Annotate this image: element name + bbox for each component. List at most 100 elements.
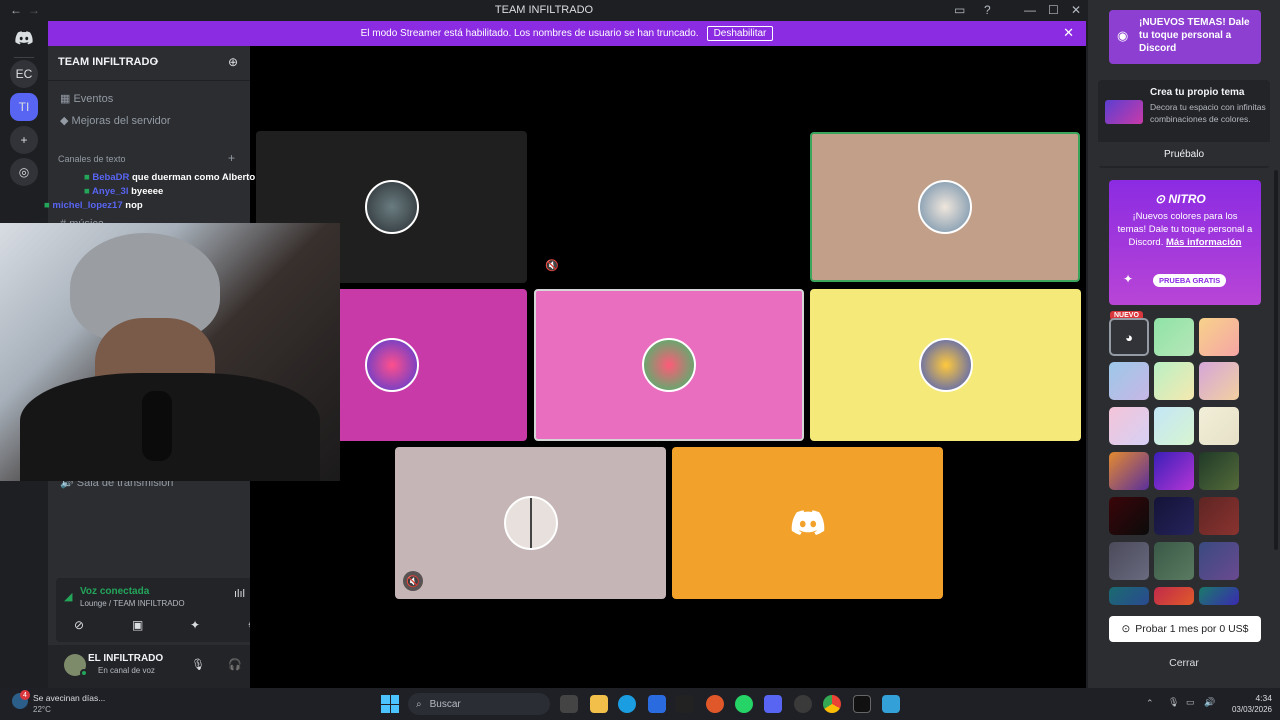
- participant-tile[interactable]: 🔇: [395, 447, 666, 599]
- nitro-text-label: NITRO: [1168, 192, 1206, 206]
- scrollbar[interactable]: [1274, 170, 1278, 550]
- calendar-icon: ▦: [60, 93, 71, 105]
- obs-icon[interactable]: [794, 695, 812, 713]
- voice-location[interactable]: Lounge / TEAM INFILTRADO: [80, 599, 185, 608]
- start-windows-icon[interactable]: [381, 695, 399, 713]
- discord-taskbar-icon[interactable]: [764, 695, 782, 713]
- server-name[interactable]: TEAM INFILTRADO: [58, 56, 158, 68]
- participant-avatar: [918, 180, 972, 234]
- theme-title: Crea tu propio tema: [1150, 87, 1245, 98]
- inbox-icon[interactable]: ▭: [954, 3, 965, 17]
- camera-off-icon[interactable]: ⊘: [74, 618, 84, 632]
- disable-streamer-button[interactable]: Deshabilitar: [706, 26, 774, 41]
- clock-time[interactable]: 4:34: [1220, 693, 1272, 703]
- invite-icon[interactable]: ⊕: [228, 55, 238, 69]
- participant-tile[interactable]: [672, 447, 943, 599]
- custom-theme-palette-icon[interactable]: ◕: [1109, 318, 1149, 356]
- server-ec[interactable]: EC: [10, 60, 38, 88]
- overlay-text: que duerman como Alberto: [131, 172, 256, 183]
- participant-avatar: [918, 338, 973, 392]
- discord-home-icon[interactable]: [10, 24, 38, 52]
- more-info-link[interactable]: Más información: [1166, 237, 1242, 248]
- clock-date[interactable]: 03/03/2026: [1220, 705, 1272, 714]
- chevron-down-icon[interactable]: ⌄: [152, 55, 160, 66]
- activities-icon[interactable]: ✦: [190, 618, 200, 632]
- theme-swatch[interactable]: [1199, 587, 1239, 605]
- theme-swatch[interactable]: [1154, 587, 1194, 605]
- overlay-chat-icon: ■: [44, 200, 50, 211]
- participant-tile[interactable]: [534, 289, 804, 441]
- overlay-text: nop: [125, 200, 143, 211]
- capcut-icon[interactable]: [676, 695, 694, 713]
- notepad-icon[interactable]: [882, 695, 900, 713]
- new-themes-promo[interactable]: ◉ ¡NUEVOS TEMAS! Dale tu toque personal …: [1109, 10, 1261, 64]
- close-button[interactable]: Cerrar: [1088, 650, 1280, 676]
- add-server-icon[interactable]: +: [10, 126, 38, 154]
- epic-games-icon[interactable]: [853, 695, 871, 713]
- volume-icon[interactable]: 🔊: [1204, 697, 1215, 708]
- theme-swatch[interactable]: [1109, 587, 1149, 605]
- minimize-icon[interactable]: —: [1024, 3, 1036, 17]
- theme-swatch[interactable]: [1154, 542, 1194, 580]
- try-nitro-button[interactable]: ⊙ Probar 1 mes por 0 US$: [1109, 616, 1261, 642]
- participant-avatar: [364, 180, 419, 234]
- edge-icon[interactable]: [618, 695, 636, 713]
- overlay-chat-message: ■ Anye_3l byeeee: [84, 186, 163, 197]
- theme-swatch[interactable]: [1199, 452, 1239, 490]
- brave-icon[interactable]: [706, 695, 724, 713]
- mic-tray-icon[interactable]: 🎙: [1168, 697, 1179, 708]
- server-ti[interactable]: TI: [10, 93, 38, 121]
- network-icon[interactable]: ▭: [1186, 697, 1195, 708]
- add-channel-icon[interactable]: +: [228, 151, 235, 165]
- task-view-icon[interactable]: [560, 695, 578, 713]
- theme-swatch[interactable]: [1154, 318, 1194, 356]
- signal-icon: ◢: [64, 591, 73, 603]
- nitro-card: ⊙ NITRO ¡Nuevos colores para los temas! …: [1109, 180, 1261, 305]
- theme-swatch[interactable]: [1109, 542, 1149, 580]
- store-icon[interactable]: [648, 695, 666, 713]
- weather-text[interactable]: Se avecinan días...: [33, 693, 105, 703]
- theme-swatch[interactable]: [1109, 407, 1149, 445]
- headphones-icon[interactable]: 🎧: [228, 658, 242, 671]
- theme-swatch[interactable]: [1109, 452, 1149, 490]
- whatsapp-icon[interactable]: [735, 695, 753, 713]
- theme-swatch[interactable]: [1154, 452, 1194, 490]
- maximize-icon[interactable]: ☐: [1048, 3, 1059, 17]
- theme-swatch[interactable]: [1199, 542, 1239, 580]
- participant-tile[interactable]: 🔇: [534, 131, 804, 283]
- theme-swatch[interactable]: [1109, 362, 1149, 400]
- participant-tile[interactable]: [810, 289, 1081, 441]
- muted-icon: 🔇: [403, 571, 423, 591]
- taskbar: 4 Se avecinan días... 22°C ⌕ Buscar ⌃ 🎙 …: [0, 688, 1280, 720]
- theme-swatch[interactable]: [1199, 497, 1239, 535]
- file-explorer-icon[interactable]: [590, 695, 608, 713]
- muted-icon: 🔇: [542, 255, 562, 275]
- close-window-icon[interactable]: ✕: [1071, 3, 1081, 17]
- theme-swatch[interactable]: [1154, 497, 1194, 535]
- discover-icon[interactable]: ◎: [10, 158, 38, 186]
- overlay-username: michel_lopez17: [52, 200, 123, 211]
- theme-swatch[interactable]: [1199, 362, 1239, 400]
- chevron-up-icon[interactable]: ⌃: [1146, 698, 1154, 709]
- text-channels-category[interactable]: Canales de texto: [58, 154, 126, 164]
- microphone-icon[interactable]: 🎙: [191, 658, 205, 671]
- close-banner-icon[interactable]: ✕: [1063, 25, 1074, 41]
- events-item[interactable]: ▦ Eventos: [60, 92, 113, 105]
- help-icon[interactable]: ?: [984, 3, 991, 17]
- boost-item[interactable]: ◆ Mejoras del servidor: [60, 114, 171, 127]
- chrome-icon[interactable]: [823, 695, 841, 713]
- streamer-message: El modo Streamer está habilitado. Los no…: [360, 28, 699, 39]
- theme-swatch[interactable]: [1199, 318, 1239, 356]
- try-button[interactable]: Pruébalo: [1098, 142, 1270, 166]
- theme-swatch[interactable]: [1109, 497, 1149, 535]
- theme-swatch[interactable]: [1154, 362, 1194, 400]
- theme-swatch[interactable]: [1199, 407, 1239, 445]
- participant-avatar: [642, 338, 696, 392]
- theme-swatch[interactable]: [1154, 407, 1194, 445]
- screen-share-icon[interactable]: ▣: [132, 618, 143, 632]
- user-name[interactable]: EL INFILTRADO: [88, 653, 163, 664]
- participant-tile-speaking[interactable]: [810, 132, 1080, 282]
- overlay-chat-message: ■ michel_lopez17 nop: [44, 200, 143, 211]
- noise-suppression-icon[interactable]: ılıl: [234, 588, 245, 600]
- taskbar-search[interactable]: ⌕ Buscar: [408, 693, 550, 715]
